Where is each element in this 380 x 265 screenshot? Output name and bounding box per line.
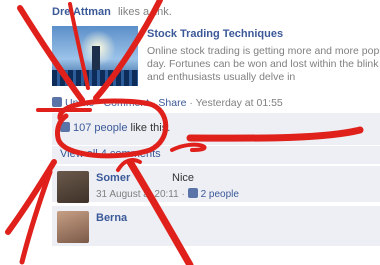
link-description-line: Online stock trading is getting more and… — [147, 45, 380, 57]
post-author-link[interactable]: Dre Attman — [52, 6, 111, 18]
comment-author-link[interactable]: Somer — [96, 172, 130, 184]
link-thumbnail[interactable] — [52, 26, 138, 86]
avatar[interactable] — [57, 171, 89, 203]
comment-item: Berna — [52, 206, 380, 246]
view-comments-row: View all 4 comments — [52, 146, 380, 164]
link-attachment[interactable]: Stock Trading Techniques Online stock tr… — [52, 26, 380, 88]
likes-suffix: like this. — [130, 122, 171, 134]
likes-text: 107 people like this. — [60, 122, 170, 134]
share-link[interactable]: Share — [158, 97, 186, 109]
annotation-arrow — [5, 159, 57, 235]
thumbnail-figure — [92, 46, 100, 72]
like-icon — [52, 97, 62, 107]
separator: · — [181, 189, 185, 200]
view-all-comments-link[interactable]: View all 4 comments — [60, 148, 161, 160]
likes-summary: 107 people like this. — [52, 113, 380, 145]
thumbs-up-icon — [187, 188, 198, 198]
thumbs-up-icon — [60, 122, 70, 132]
unlike-link[interactable]: Unlike — [65, 97, 94, 109]
thumbnail-chart — [52, 70, 138, 86]
comment-timestamp: 31 August at 20:11 — [96, 189, 179, 200]
post-header: Dre Attman likes a link. — [52, 6, 172, 18]
post-actions: Unlike · Comment · Share · Yesterday at … — [52, 97, 283, 109]
comment-likes-link[interactable]: 2 people — [201, 189, 239, 200]
post-action-text: likes a link. — [117, 6, 172, 18]
separator: · — [97, 97, 101, 109]
comment-author-link[interactable]: Berna — [96, 212, 127, 224]
post-timestamp: Yesterday at 01:55 — [195, 97, 283, 109]
likes-count-link[interactable]: 107 people — [73, 122, 127, 134]
link-description-line: day. Fortunes can be won and lost within… — [147, 58, 379, 70]
annotation-arrow — [19, 169, 53, 265]
comment-meta: 31 August at 20:11 · 2 people — [96, 188, 239, 200]
link-description: Online stock trading is getting more and… — [147, 45, 380, 84]
comment-item: Somer Nice 31 August at 20:11 · 2 people — [52, 166, 380, 203]
avatar[interactable] — [57, 211, 89, 243]
separator: · — [151, 97, 156, 109]
link-title[interactable]: Stock Trading Techniques — [147, 28, 283, 40]
separator: · — [189, 97, 193, 109]
link-description-line: and enthusiasts usually delve in — [147, 71, 296, 83]
comment-text: Nice — [172, 172, 195, 184]
comment-link[interactable]: Comment — [104, 97, 150, 109]
